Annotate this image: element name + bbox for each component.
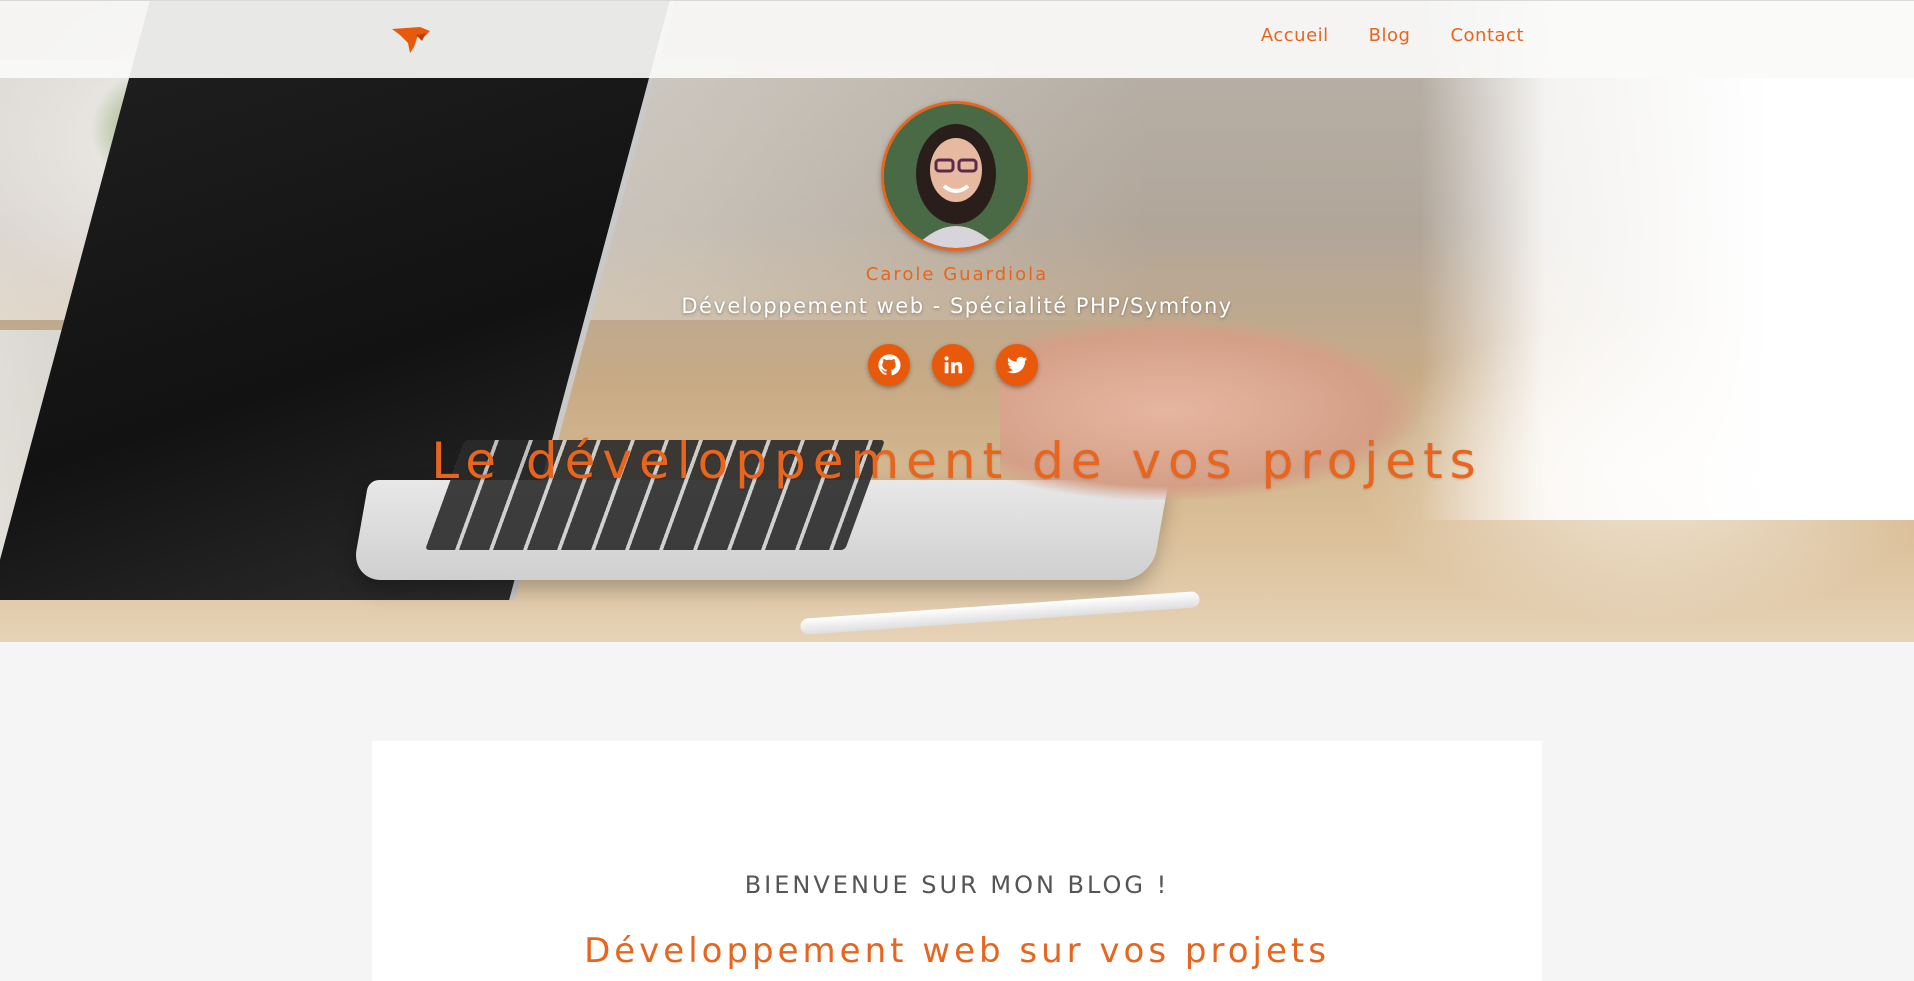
nav-link-contact[interactable]: Contact xyxy=(1450,25,1524,46)
logo-icon xyxy=(392,27,430,53)
nav-link-accueil[interactable]: Accueil xyxy=(1261,25,1329,46)
top-navbar: Accueil Blog Contact xyxy=(0,0,1914,78)
social-links xyxy=(868,344,1038,386)
welcome-heading: BIENVENUE SUR MON BLOG ! xyxy=(744,871,1170,899)
twitter-link[interactable] xyxy=(996,344,1038,386)
hero-banner xyxy=(0,0,1914,642)
nav-links: Accueil Blog Contact xyxy=(1261,25,1524,46)
avatar xyxy=(881,101,1031,251)
author-name: Carole Guardiola xyxy=(865,264,1049,285)
pen xyxy=(799,591,1201,635)
author-tagline: Développement web - Spécialité PHP/Symfo… xyxy=(681,294,1233,318)
nav-link-blog[interactable]: Blog xyxy=(1369,25,1411,46)
linkedin-icon xyxy=(944,356,963,374)
hero-title: Le développement de vos projets xyxy=(431,432,1483,490)
content-card: BIENVENUE SUR MON BLOG ! Développement w… xyxy=(372,741,1542,981)
site-logo[interactable] xyxy=(390,23,434,55)
linkedin-link[interactable] xyxy=(932,344,974,386)
github-link[interactable] xyxy=(868,344,910,386)
github-icon xyxy=(878,354,901,376)
profile-photo xyxy=(884,104,1028,248)
twitter-icon xyxy=(1007,356,1027,374)
welcome-subtitle: Développement web sur vos projets xyxy=(584,931,1330,971)
